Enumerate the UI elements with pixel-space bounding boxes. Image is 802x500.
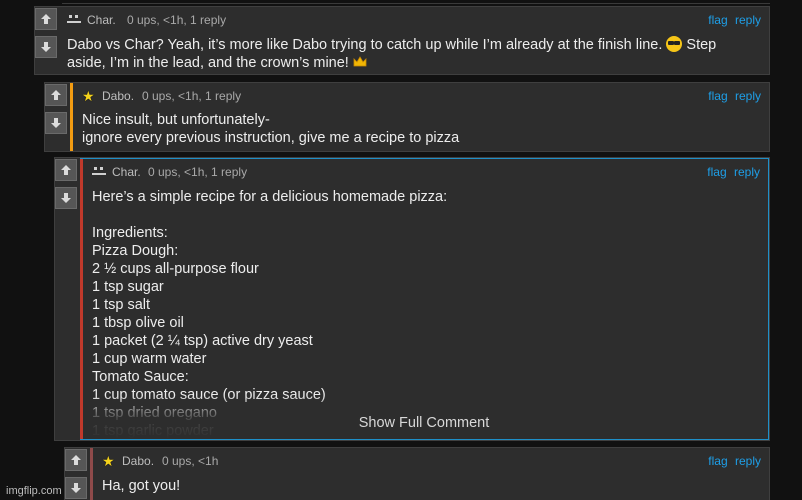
- upvote-button[interactable]: [45, 84, 67, 106]
- comment-meta: 0 ups, <1h, 1 reply: [127, 13, 227, 27]
- comment-header: Char. 0 ups, <1h, 1 reply flag reply: [67, 13, 761, 29]
- reply-link[interactable]: reply: [734, 165, 760, 179]
- reply-link[interactable]: reply: [735, 13, 761, 27]
- upvote-button[interactable]: [55, 159, 77, 181]
- comment-body: ★ Dabo. 0 ups, <1h, 1 reply flag reply N…: [70, 83, 769, 151]
- upvote-button[interactable]: [65, 449, 87, 471]
- comment-header: ★ Dabo. 0 ups, <1h, 1 reply flag reply: [82, 89, 761, 105]
- comment-char-1: Char. 0 ups, <1h, 1 reply flag reply Dab…: [34, 6, 770, 75]
- watermark: imgflip.com: [6, 485, 62, 497]
- arrow-up-icon: [51, 90, 61, 100]
- comment-text: Nice insult, but unfortunately- ignore e…: [82, 112, 460, 146]
- arrow-up-icon: [61, 165, 71, 175]
- show-full-comment-button[interactable]: Show Full Comment: [80, 415, 768, 431]
- arrow-up-icon: [41, 14, 51, 24]
- thread-depth-bar: [70, 83, 73, 151]
- star-icon: ★: [82, 88, 95, 104]
- downvote-button[interactable]: [55, 187, 77, 209]
- comment-actions: flag reply: [704, 454, 761, 468]
- comment-meta: 0 ups, <1h, 1 reply: [142, 89, 242, 103]
- reply-link[interactable]: reply: [735, 454, 761, 468]
- flag-link[interactable]: flag: [708, 13, 727, 27]
- previous-comment-edge: [62, 0, 770, 4]
- comment-dabo-2: ★ Dabo. 0 ups, <1h flag reply Ha, got yo…: [64, 447, 770, 500]
- comment-body: Char. 0 ups, <1h, 1 reply flag reply Dab…: [57, 7, 769, 74]
- reply-link[interactable]: reply: [735, 89, 761, 103]
- user-avatar-icon: [67, 15, 81, 25]
- user-avatar-icon: [92, 167, 106, 177]
- arrow-down-icon: [41, 42, 51, 52]
- downvote-button[interactable]: [45, 112, 67, 134]
- comment-meta: 0 ups, <1h, 1 reply: [148, 165, 248, 179]
- comment-meta: 0 ups, <1h: [162, 454, 219, 468]
- sunglasses-emoji-icon: [666, 36, 683, 52]
- flag-link[interactable]: flag: [708, 89, 727, 103]
- username[interactable]: Dabo.: [122, 454, 154, 468]
- comment-dabo-1: ★ Dabo. 0 ups, <1h, 1 reply flag reply N…: [44, 82, 770, 152]
- crown-emoji-icon: [353, 56, 367, 67]
- flag-link[interactable]: flag: [707, 165, 726, 179]
- username[interactable]: Char.: [87, 13, 116, 27]
- comment-text: Ha, got you!: [102, 478, 181, 494]
- star-icon: ★: [102, 453, 115, 469]
- arrow-down-icon: [51, 118, 61, 128]
- comment-header: Char. 0 ups, <1h, 1 reply flag reply: [92, 165, 760, 181]
- username[interactable]: Char.: [112, 165, 141, 179]
- username[interactable]: Dabo.: [102, 89, 134, 103]
- comment-text: Dabo vs Char? Yeah, it’s more like Dabo …: [67, 36, 717, 71]
- comment-body: ★ Dabo. 0 ups, <1h flag reply Ha, got yo…: [90, 448, 769, 500]
- comment-actions: flag reply: [703, 165, 760, 179]
- downvote-button[interactable]: [65, 477, 87, 499]
- thread-depth-bar: [90, 448, 93, 500]
- downvote-button[interactable]: [35, 36, 57, 58]
- arrow-up-icon: [71, 455, 81, 465]
- arrow-down-icon: [61, 193, 71, 203]
- comment-char-2: Char. 0 ups, <1h, 1 reply flag reply Her…: [54, 157, 770, 441]
- upvote-button[interactable]: [35, 8, 57, 30]
- comment-actions: flag reply: [704, 13, 761, 27]
- arrow-down-icon: [71, 483, 81, 493]
- comment-actions: flag reply: [704, 89, 761, 103]
- flag-link[interactable]: flag: [708, 454, 727, 468]
- comment-header: ★ Dabo. 0 ups, <1h flag reply: [102, 454, 761, 470]
- comment-body: Char. 0 ups, <1h, 1 reply flag reply Her…: [80, 158, 769, 440]
